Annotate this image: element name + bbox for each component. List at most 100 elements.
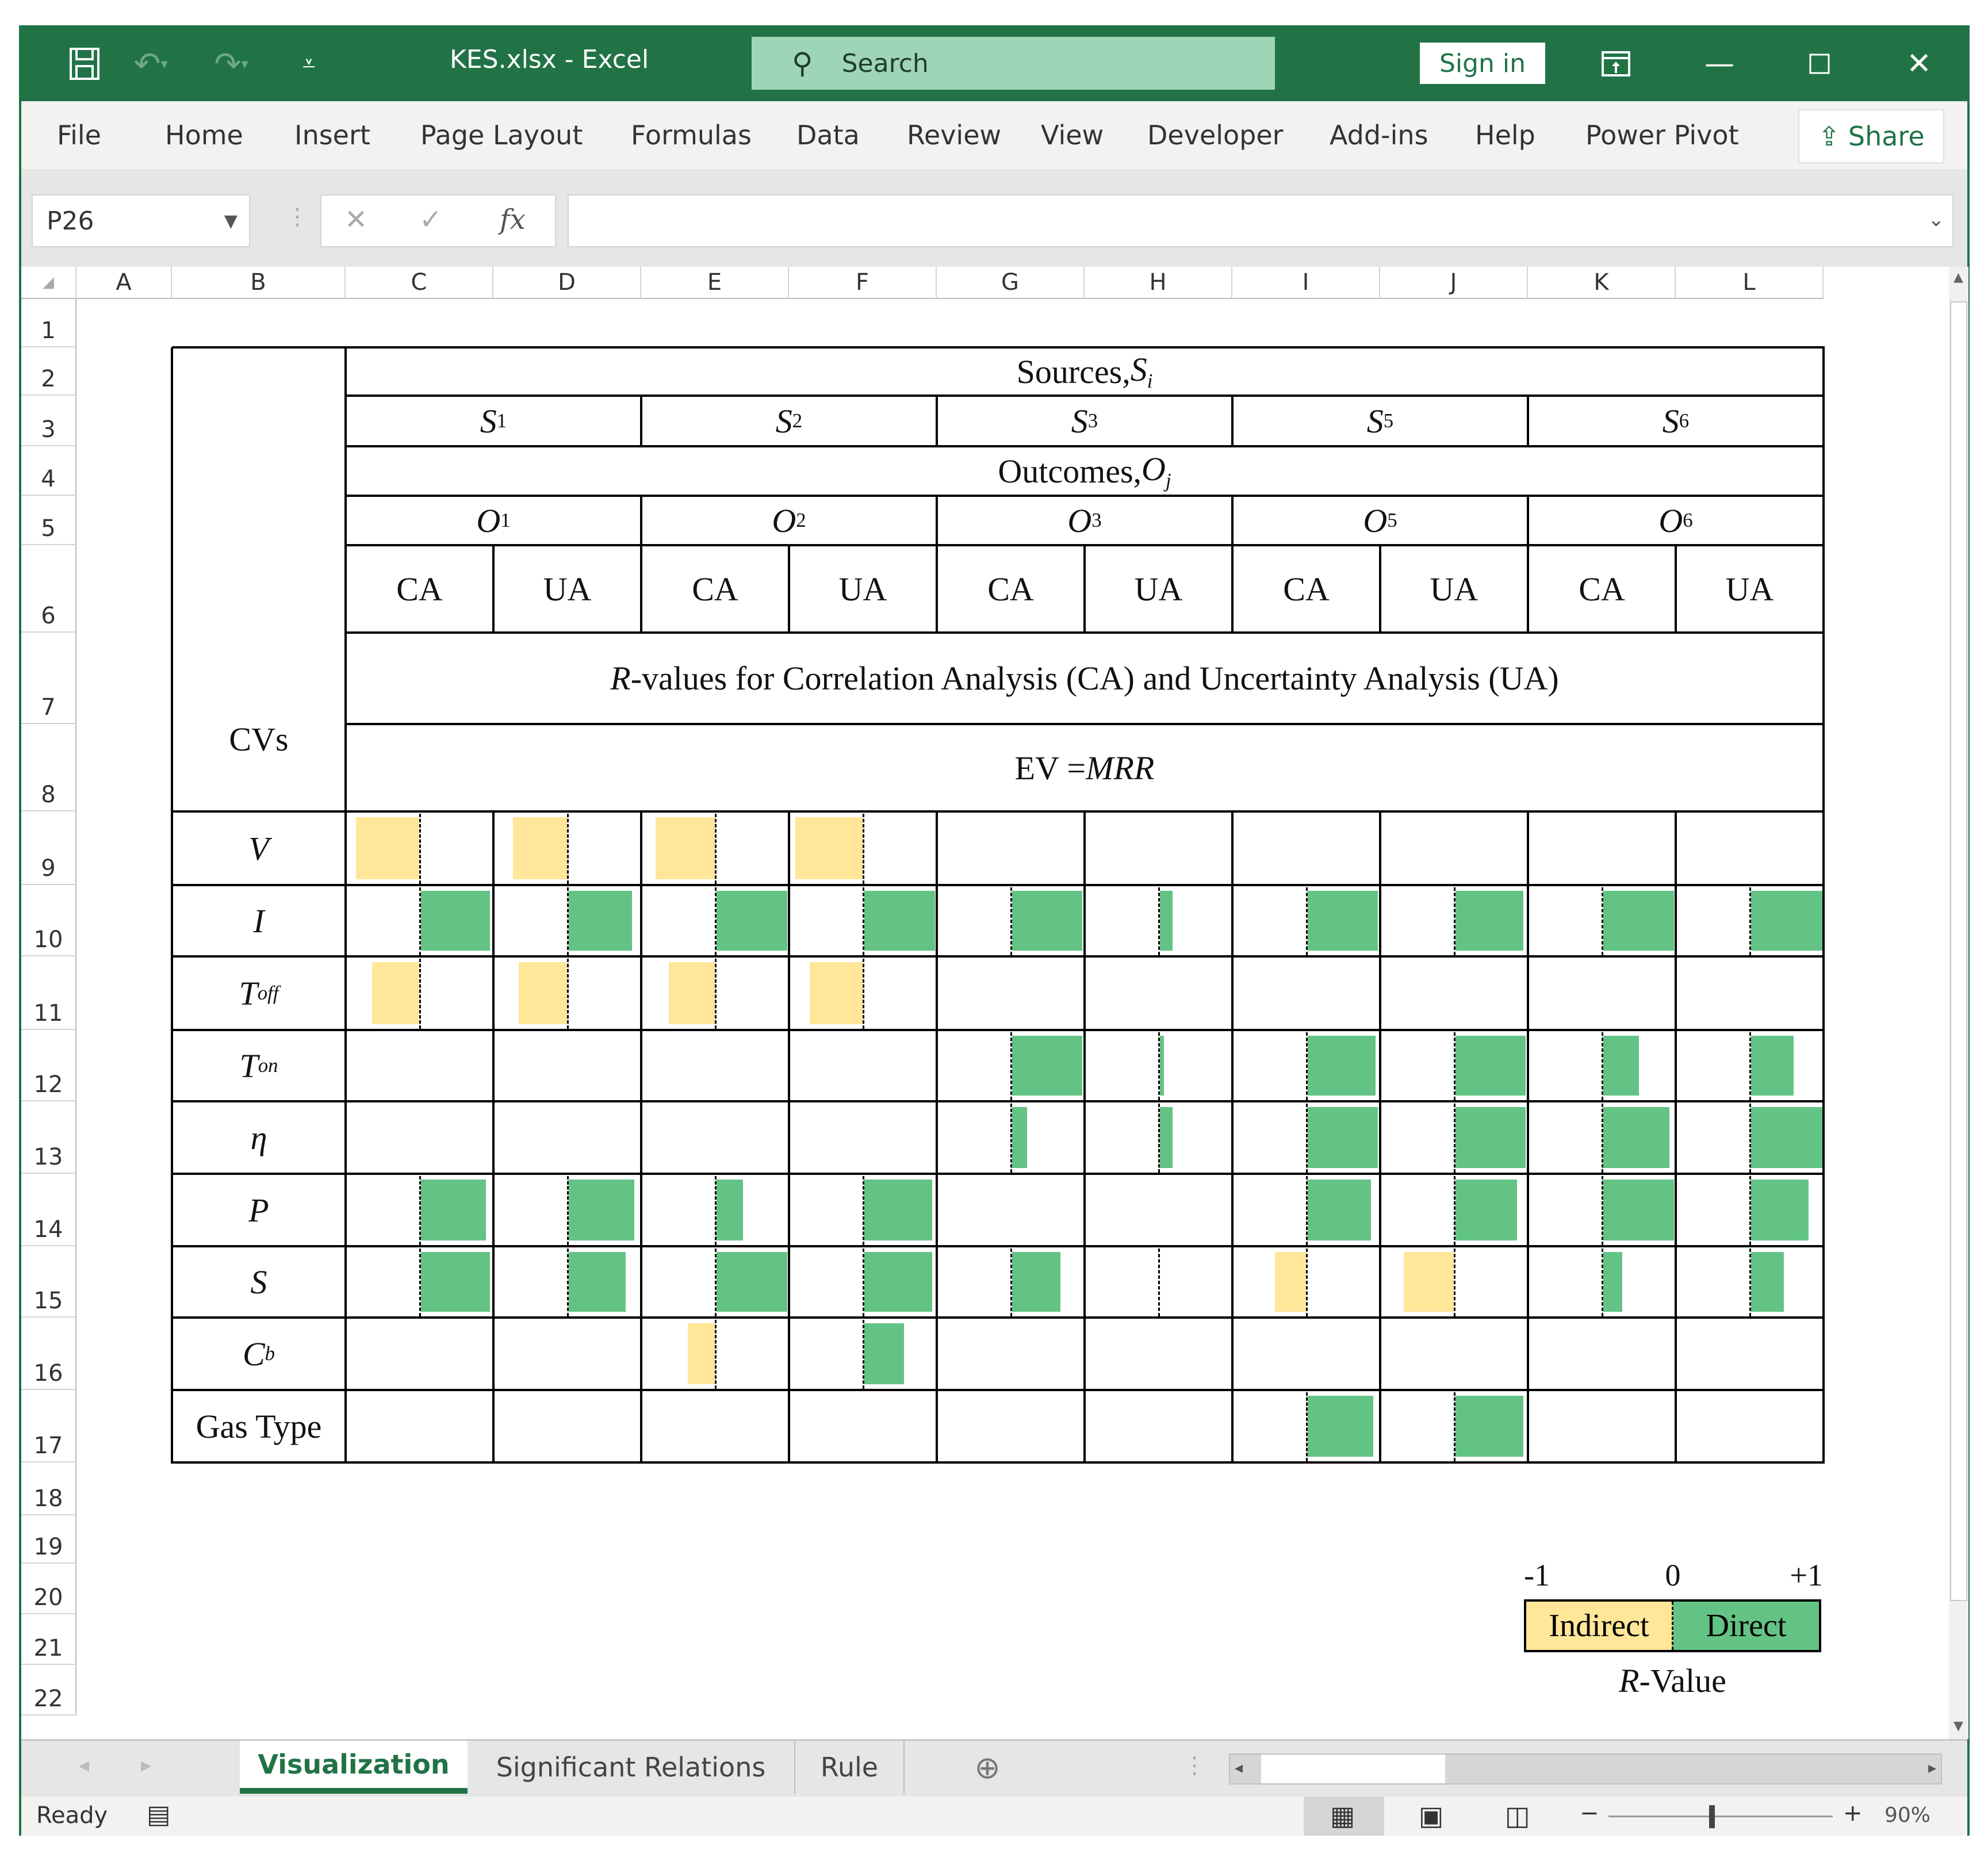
column-header-d[interactable]: D [493,267,641,299]
formula-bar-grip[interactable]: ⋮ [286,204,309,230]
row-header-4[interactable]: 4 [21,446,76,496]
row-header-1[interactable]: 1 [21,299,76,347]
row-header-22[interactable]: 22 [21,1665,76,1716]
column-header-a[interactable]: A [76,267,172,299]
column-header-k[interactable]: K [1528,267,1676,299]
row-header-9[interactable]: 9 [21,811,76,885]
ribbon-display-icon[interactable] [1584,39,1648,89]
column-header-i[interactable]: I [1232,267,1380,299]
share-icon: ⇪ [1818,121,1840,152]
outcome-header: O6 [1658,501,1693,539]
tab-data[interactable]: Data [796,120,860,151]
tab-insert[interactable]: Insert [294,120,370,151]
prev-sheet-icon[interactable]: ◂ [79,1753,89,1777]
add-sheet-icon[interactable]: ⊕ [964,1741,1010,1794]
scroll-left-icon[interactable]: ◂ [1235,1758,1243,1777]
vertical-scrollbar[interactable]: ▲ ▼ [1949,267,1968,1739]
tab-help[interactable]: Help [1475,120,1535,151]
row-header-6[interactable]: 6 [21,545,76,633]
direct-bar [1307,1036,1376,1096]
column-header-h[interactable]: H [1085,267,1232,299]
column-header-f[interactable]: F [789,267,937,299]
chevron-down-icon[interactable]: ▼ [224,211,238,231]
cancel-icon[interactable]: ✕ [344,204,367,236]
name-box[interactable]: P26 ▼ [32,194,250,247]
row-header-21[interactable]: 21 [21,1614,76,1665]
zoom-in-icon[interactable]: + [1843,1800,1863,1826]
next-sheet-icon[interactable]: ▸ [141,1753,151,1777]
zoom-out-icon[interactable]: − [1580,1800,1599,1826]
zoom-slider[interactable] [1608,1805,1833,1828]
row-header-2[interactable]: 2 [21,347,76,396]
horizontal-scrollbar[interactable]: ◂ ▸ [1229,1753,1942,1785]
worksheet-grid[interactable]: ◢ A B C D E F G H I J K L 1 2 3 4 5 6 7 8 9 10 11 12 13 14 15 16 17 1… [21,267,1948,1739]
share-button[interactable]: ⇪ Share [1798,109,1944,163]
tab-review[interactable]: Review [907,120,1001,151]
save-icon[interactable] [62,44,108,84]
tab-power-pivot[interactable]: Power Pivot [1585,120,1739,151]
direct-bar [1012,1036,1082,1096]
enter-icon[interactable]: ✓ [419,204,442,236]
page-layout-view-icon[interactable]: ▣ [1419,1800,1443,1831]
insert-function-icon[interactable]: fx [500,204,526,236]
row-header-20[interactable]: 20 [21,1564,76,1614]
row-header-12[interactable]: 12 [21,1030,76,1101]
row-header-15[interactable]: 15 [21,1246,76,1318]
tab-page-layout[interactable]: Page Layout [420,120,583,151]
column-header-e[interactable]: E [641,267,789,299]
row-header-13[interactable]: 13 [21,1101,76,1174]
sign-in-button[interactable]: Sign in [1420,43,1545,84]
column-header-b[interactable]: B [172,267,346,299]
maximize-icon[interactable] [1788,39,1851,89]
analysis-header-ca: CA [987,570,1034,608]
row-header-7[interactable]: 7 [21,633,76,724]
row-header-11[interactable]: 11 [21,956,76,1030]
formula-input[interactable]: ⌄ [568,194,1953,247]
name-box-value: P26 [47,206,94,236]
column-header-c[interactable]: C [346,267,493,299]
scroll-right-icon[interactable]: ▸ [1928,1758,1936,1777]
customize-qat-icon[interactable]: ⩡ [292,44,326,84]
tab-view[interactable]: View [1041,120,1104,151]
sheet-tab-visualization[interactable]: Visualization [240,1741,468,1794]
row-header-3[interactable]: 3 [21,396,76,446]
sheet-tab-rule[interactable]: Rule [795,1741,905,1794]
row-header-19[interactable]: 19 [21,1515,76,1564]
zoom-level[interactable]: 90% [1884,1803,1930,1827]
column-header-l[interactable]: L [1676,267,1824,299]
tab-home[interactable]: Home [165,120,243,151]
row-header-17[interactable]: 17 [21,1390,76,1462]
search-box[interactable]: ⚲ Search [752,37,1275,90]
row-header-5[interactable]: 5 [21,496,76,545]
tab-developer[interactable]: Developer [1147,120,1284,151]
zoom-slider-thumb[interactable] [1709,1805,1715,1828]
minimize-icon[interactable]: — [1688,39,1751,89]
tab-file[interactable]: File [57,120,101,151]
row-header-14[interactable]: 14 [21,1174,76,1246]
tab-formulas[interactable]: Formulas [631,120,752,151]
close-icon[interactable]: ✕ [1887,39,1951,89]
legend-direct: Direct [1673,1602,1819,1650]
horizontal-scroll-thumb[interactable] [1261,1755,1445,1783]
sources-title: Sources, [1016,353,1131,390]
row-header-8[interactable]: 8 [21,724,76,811]
direct-bar [420,1252,491,1312]
normal-view-button[interactable]: ▦ [1304,1797,1384,1836]
row-header-10[interactable]: 10 [21,885,76,956]
column-header-j[interactable]: J [1380,267,1528,299]
scroll-up-icon[interactable]: ▲ [1953,270,1963,285]
row-header-16[interactable]: 16 [21,1318,76,1390]
redo-icon[interactable]: ↷ ▾ [205,44,257,84]
row-header-18[interactable]: 18 [21,1462,76,1515]
page-break-preview-icon[interactable]: ◫ [1505,1800,1530,1831]
select-all-corner[interactable]: ◢ [21,267,76,299]
scroll-down-icon[interactable]: ▼ [1953,1719,1963,1733]
macro-recording-icon[interactable]: ▤ [147,1800,171,1829]
sheet-tab-significant-relations[interactable]: Significant Relations [468,1741,795,1794]
tab-add-ins[interactable]: Add-ins [1330,120,1428,151]
column-header-g[interactable]: G [937,267,1085,299]
tab-split-grip[interactable]: ⋮ [1183,1752,1206,1779]
expand-formula-icon[interactable]: ⌄ [1928,208,1945,231]
vertical-scroll-thumb[interactable] [1950,301,1967,1601]
undo-icon[interactable]: ↶ ▾ [125,44,177,84]
